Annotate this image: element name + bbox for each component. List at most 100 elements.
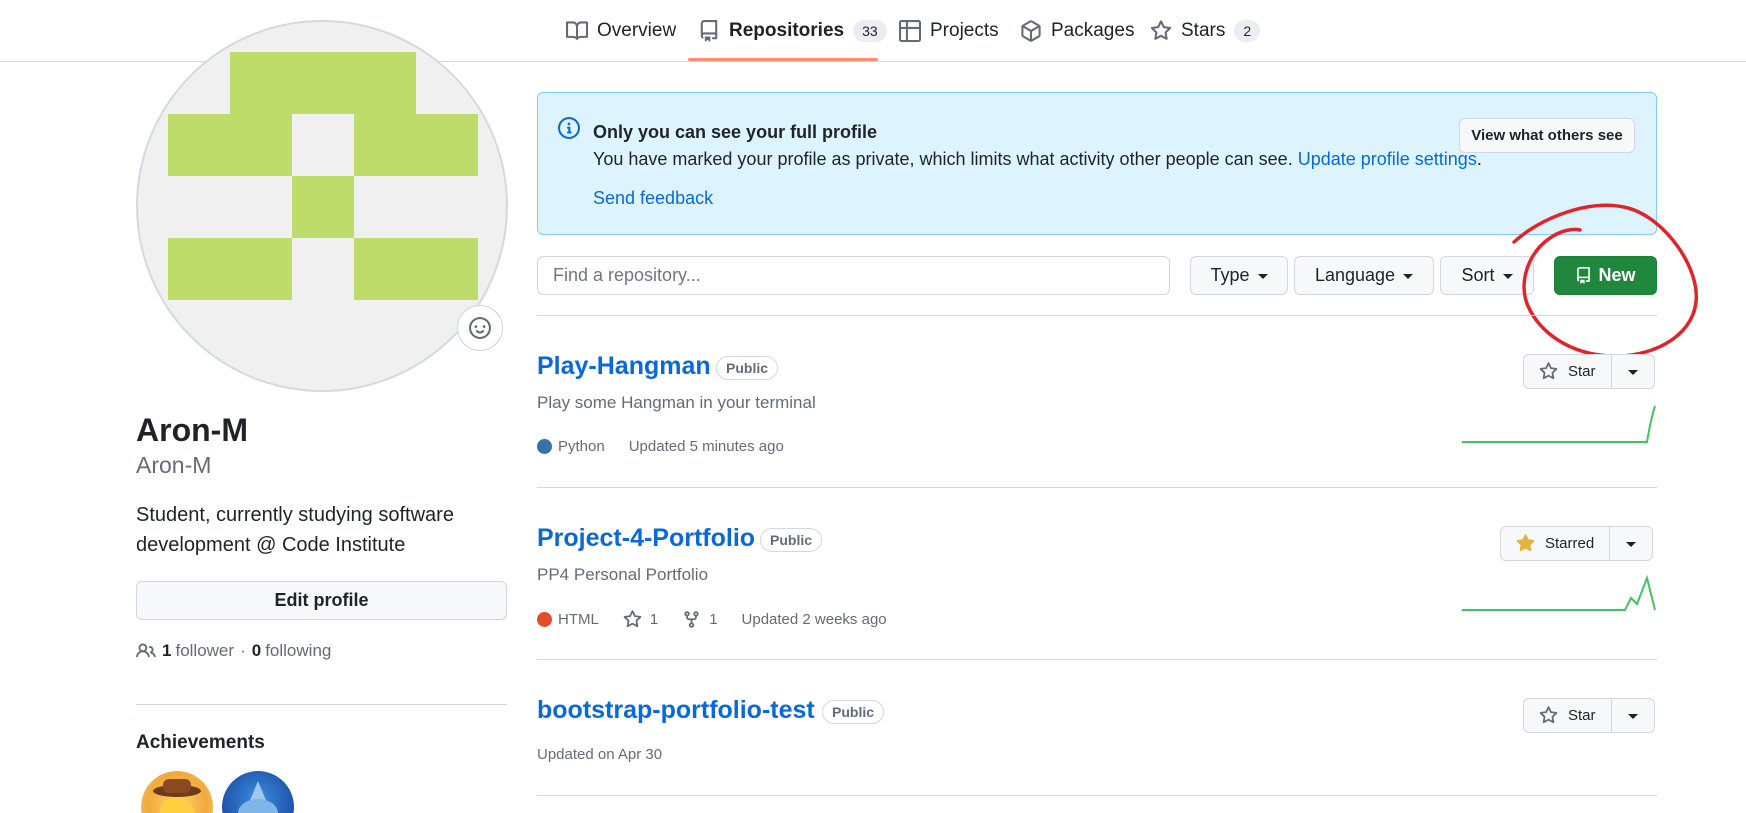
star-button[interactable]: Star — [1524, 355, 1612, 388]
fork-icon — [684, 611, 699, 628]
identicon-pattern — [168, 52, 478, 300]
sort-filter-label: Sort — [1461, 265, 1495, 285]
repo-list-divider — [537, 795, 1657, 796]
repo-link[interactable]: Play-Hangman — [537, 352, 711, 381]
banner-message: You have marked your profile as private,… — [593, 149, 1293, 169]
follow-separator: · — [240, 641, 246, 660]
set-status-button[interactable] — [457, 305, 503, 351]
send-feedback-link[interactable]: Send feedback — [593, 188, 713, 209]
repo-description: Play some Hangman in your terminal — [537, 393, 816, 412]
star-outline-icon — [1539, 362, 1558, 380]
type-filter-label: Type — [1210, 265, 1250, 285]
achievement-badge-shark[interactable] — [222, 771, 294, 813]
followers-link[interactable]: 1 follower — [162, 641, 234, 661]
repo-list-divider — [537, 659, 1657, 660]
banner-title: Only you can see your full profile — [593, 122, 878, 142]
identicon-cell — [168, 238, 230, 300]
update-profile-settings-link[interactable]: Update profile settings — [1298, 149, 1477, 169]
tab-packages[interactable]: Packages — [1020, 18, 1134, 44]
info-icon — [558, 117, 580, 139]
star-button-group: Star — [1523, 354, 1655, 389]
activity-sparkline — [1462, 405, 1656, 443]
followers-label: follower — [175, 641, 235, 660]
identicon-cell — [230, 52, 292, 114]
identicon — [168, 52, 478, 300]
visibility-badge: Public — [760, 528, 823, 552]
table-icon — [899, 20, 921, 42]
identicon-cell — [354, 52, 416, 114]
star-outline-icon — [623, 610, 642, 628]
repo-updated: Updated on Apr 30 — [537, 746, 663, 763]
tab-stars[interactable]: Stars 2 — [1150, 18, 1261, 44]
visibility-badge: Public — [716, 356, 779, 380]
tab-label: Projects — [930, 20, 999, 41]
star-button-group: Star — [1523, 698, 1655, 733]
profile-username: Aron-M — [136, 452, 212, 478]
star-list-dropdown[interactable] — [1612, 355, 1654, 388]
repo-search-input[interactable] — [537, 256, 1170, 295]
achievement-badge-yolo[interactable] — [141, 771, 213, 813]
repo-stars-link[interactable]: 1 — [623, 610, 658, 629]
caret-down-icon — [1627, 370, 1638, 375]
caret-down-icon — [1626, 542, 1637, 547]
language-filter-button[interactable]: Language — [1294, 256, 1434, 295]
star-list-dropdown[interactable] — [1610, 527, 1652, 560]
repo-meta: HTML 1 1 Updated 2 weeks ago — [537, 610, 911, 629]
repo-list-divider — [537, 487, 1657, 488]
tab-label: Repositories — [729, 20, 845, 41]
type-filter-button[interactable]: Type — [1190, 256, 1288, 295]
tab-label: Overview — [597, 20, 677, 41]
repo-count-badge: 33 — [853, 20, 887, 42]
star-button-group: Starred — [1500, 526, 1654, 561]
achievements-title: Achievements — [136, 732, 265, 753]
identicon-cell — [416, 114, 478, 176]
unstar-button[interactable]: Starred — [1501, 527, 1611, 560]
shark-icon — [238, 781, 278, 813]
caret-down-icon — [1403, 274, 1414, 279]
profile-fullname: Aron-M — [136, 412, 248, 448]
following-label: following — [265, 641, 332, 660]
identicon-cell — [230, 238, 292, 300]
cowboy-face-icon — [153, 779, 201, 813]
caret-down-icon — [1257, 274, 1268, 279]
star-label: Starred — [1545, 535, 1595, 552]
star-button[interactable]: Star — [1524, 699, 1612, 732]
package-icon — [1021, 20, 1041, 42]
people-icon — [136, 643, 156, 658]
view-what-others-see-button[interactable]: View what others see — [1459, 118, 1635, 153]
following-count: 0 — [251, 641, 262, 660]
tab-overview[interactable]: Overview — [566, 18, 676, 44]
edit-profile-button[interactable]: Edit profile — [136, 581, 507, 620]
star-filled-icon — [1516, 534, 1535, 552]
avatar[interactable] — [136, 20, 508, 392]
identicon-cell — [168, 114, 230, 176]
repo-link[interactable]: bootstrap-portfolio-test — [537, 696, 815, 725]
caret-down-icon — [1627, 714, 1638, 719]
sidebar-divider — [136, 704, 507, 705]
following-link[interactable]: 0 following — [252, 641, 332, 661]
identicon-cell — [292, 176, 354, 238]
repo-updated: Updated 2 weeks ago — [741, 611, 887, 628]
tab-projects[interactable]: Projects — [899, 18, 999, 44]
language-color-dot — [537, 612, 552, 627]
stars-count-badge: 2 — [1234, 20, 1261, 42]
repo-icon — [700, 20, 718, 42]
language-color-dot — [537, 439, 552, 454]
language-filter-label: Language — [1314, 265, 1396, 285]
repo-link[interactable]: Project-4-Portfolio — [537, 524, 755, 553]
identicon-cell — [354, 114, 416, 176]
tab-repositories[interactable]: Repositories 33 — [698, 18, 887, 44]
repo-meta: Updated on Apr 30 — [537, 746, 686, 763]
language-label: HTML — [558, 611, 599, 628]
repo-forks-link[interactable]: 1 — [682, 610, 718, 629]
star-list-dropdown[interactable] — [1612, 699, 1654, 732]
language-label: Python — [558, 438, 605, 455]
active-tab-underline — [688, 58, 878, 61]
private-profile-banner: Only you can see your full profile You h… — [537, 92, 1657, 235]
star-icon — [1150, 20, 1172, 40]
repo-meta: Python Updated 5 minutes ago — [537, 438, 808, 455]
tab-label: Packages — [1051, 20, 1135, 41]
profile-bio: Student, currently studying software dev… — [136, 504, 454, 556]
stars-count: 1 — [649, 611, 659, 628]
star-outline-icon — [1539, 706, 1558, 724]
